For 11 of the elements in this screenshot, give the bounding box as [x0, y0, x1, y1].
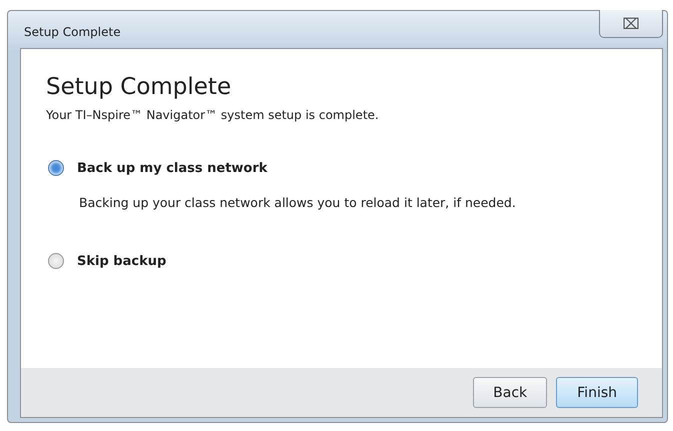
subtitle-text: Your TI–Nspire™ Navigator™ system setup is complete. [46, 108, 380, 122]
radio-button[interactable] [48, 253, 64, 269]
option-description: Backing up your class network allows you to reload it later, if needed. [79, 195, 517, 210]
dialog-button[interactable]: Back [473, 377, 548, 408]
close-button[interactable]: ⌧ [599, 10, 663, 38]
dialog-button[interactable]: Finish [556, 377, 638, 408]
option-label[interactable]: Back up my class network [77, 160, 268, 176]
window-title: Setup Complete [24, 25, 121, 39]
radio-button[interactable] [48, 160, 64, 176]
option-label[interactable]: Skip backup [77, 254, 166, 268]
page-heading: Setup Complete [46, 74, 232, 100]
